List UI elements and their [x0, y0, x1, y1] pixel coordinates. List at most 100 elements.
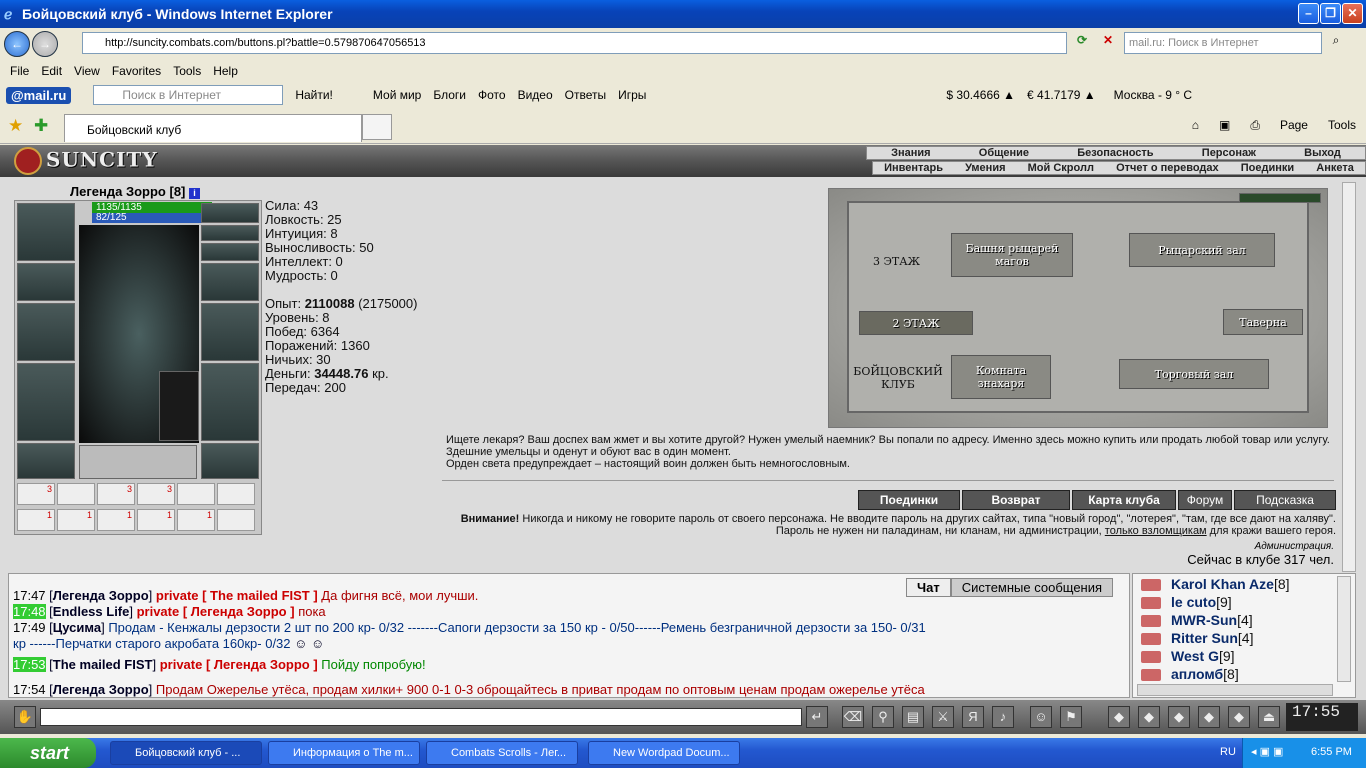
user-item[interactable]: West G[9]: [1171, 648, 1235, 664]
mailru-search-input[interactable]: Поиск в Интернет: [93, 85, 284, 105]
forum-button[interactable]: Форум: [1178, 490, 1232, 510]
add-favorites-icon[interactable]: ✚: [34, 116, 48, 136]
amulet-slot[interactable]: [201, 225, 259, 241]
nav-security[interactable]: Безопасность: [1077, 147, 1153, 159]
task-combats[interactable]: Бойцовский клуб - ...: [110, 741, 262, 765]
tab-system-messages[interactable]: Системные сообщения: [950, 578, 1114, 597]
task-scrolls[interactable]: Combats Scrolls - Лег...: [426, 741, 578, 765]
page-menu[interactable]: Page: [1280, 118, 1308, 133]
nav-scroll[interactable]: Мой Скролл: [1028, 162, 1094, 174]
chat-nick[interactable]: The mailed FIST: [53, 657, 153, 672]
nav-profile[interactable]: Анкета: [1316, 162, 1354, 174]
map-knights-hall[interactable]: Рыцарский зал: [1129, 233, 1275, 267]
tray-icons[interactable]: ◂ ▣ ▣: [1251, 745, 1283, 758]
home-icon[interactable]: ⌂: [1192, 118, 1199, 133]
toolbar-games[interactable]: Игры: [618, 88, 646, 102]
nav-character[interactable]: Персонаж: [1202, 147, 1256, 159]
user-item[interactable]: Karol Khan Aze[8]: [1171, 576, 1290, 592]
save-icon[interactable]: ▤: [902, 706, 924, 728]
empty-slots[interactable]: [79, 445, 197, 479]
hackers-link[interactable]: только взломщикам: [1105, 525, 1207, 537]
map-fight-club[interactable]: БОЙЦОВСКИЙ КЛУБ: [853, 365, 943, 391]
toolbar-answers[interactable]: Ответы: [565, 88, 606, 102]
close-window-button[interactable]: ✕: [1342, 3, 1363, 24]
map-floor3[interactable]: 3 ЭТАЖ: [873, 255, 920, 268]
sound-icon[interactable]: ♪: [992, 706, 1014, 728]
address-bar[interactable]: http://suncity.combats.com/buttons.pl?ba…: [82, 32, 1067, 54]
scroll-slot[interactable]: 3: [137, 483, 175, 505]
club-map-button[interactable]: Карта клуба: [1072, 490, 1176, 510]
menu-edit[interactable]: Edit: [35, 62, 68, 82]
user-name[interactable]: Ritter Sun: [1171, 630, 1238, 646]
chat-private[interactable]: private [ Легенда Зорро ]: [160, 657, 318, 672]
nav-skills[interactable]: Умения: [965, 162, 1005, 174]
boots-slot[interactable]: [201, 443, 259, 479]
scroll-slot[interactable]: [57, 483, 95, 505]
userlist-hscroll[interactable]: [1137, 684, 1333, 696]
helmet-slot[interactable]: [17, 203, 75, 261]
back-button[interactable]: ←: [4, 31, 30, 57]
bracers-slot[interactable]: [17, 263, 75, 301]
toolbar-photo[interactable]: Фото: [478, 88, 506, 102]
user-item[interactable]: le cuto[9]: [1171, 594, 1232, 610]
start-button[interactable]: start: [0, 738, 96, 768]
chat-nick[interactable]: Цусима: [53, 620, 101, 635]
scroll-slot[interactable]: 1: [57, 509, 95, 531]
translit-icon[interactable]: Я: [962, 706, 984, 728]
fighter-icon[interactable]: ⚔: [932, 706, 954, 728]
shield-slot[interactable]: [201, 303, 259, 361]
map-healer[interactable]: Комната знахаря: [951, 355, 1051, 399]
search-icon[interactable]: ⌕: [1326, 33, 1346, 53]
nav-inventory[interactable]: Инвентарь: [884, 162, 943, 174]
scroll-slot[interactable]: 3: [97, 483, 135, 505]
nav-communication[interactable]: Общение: [979, 147, 1029, 159]
send-icon[interactable]: ↵: [806, 706, 828, 728]
print-icon[interactable]: ⎙: [1250, 118, 1260, 133]
chat-private[interactable]: private [ The mailed FIST ]: [156, 588, 318, 603]
nav-knowledge[interactable]: Знания: [891, 147, 930, 159]
map-tower[interactable]: Башня рыцарей магов: [951, 233, 1073, 277]
scroll-slot[interactable]: [217, 509, 255, 531]
eraser-icon[interactable]: ⌫: [842, 706, 864, 728]
gloves-slot[interactable]: [201, 263, 259, 301]
toolbar-blogs[interactable]: Блоги: [433, 88, 466, 102]
favorites-star-icon[interactable]: ★: [8, 116, 23, 136]
character-name[interactable]: Легенда Зорро [8] i: [70, 184, 200, 199]
user-item[interactable]: Ritter Sun[4]: [1171, 630, 1253, 646]
action-icon[interactable]: ◆: [1138, 706, 1160, 728]
chat-nick[interactable]: Endless Life: [53, 604, 130, 619]
action-icon[interactable]: ◆: [1108, 706, 1130, 728]
menu-file[interactable]: File: [4, 62, 35, 82]
pet-slot[interactable]: [159, 371, 199, 441]
stop-icon[interactable]: ✕: [1098, 33, 1118, 53]
menu-favorites[interactable]: Favorites: [106, 62, 167, 82]
scroll-slot[interactable]: 3: [17, 483, 55, 505]
action-icon[interactable]: ◆: [1168, 706, 1190, 728]
scroll-slot[interactable]: [177, 483, 215, 505]
info-icon[interactable]: i: [189, 188, 200, 199]
user-name[interactable]: апломб: [1171, 666, 1223, 682]
feeds-icon[interactable]: ▣: [1219, 118, 1230, 133]
exit-icon[interactable]: ⏏: [1258, 706, 1280, 728]
menu-tools[interactable]: Tools: [167, 62, 207, 82]
user-name[interactable]: le cuto: [1171, 594, 1216, 610]
new-tab-button[interactable]: [362, 114, 392, 140]
minimize-button[interactable]: –: [1298, 3, 1319, 24]
language-indicator[interactable]: RU: [1220, 746, 1236, 758]
refresh-icon[interactable]: ⟳: [1072, 33, 1092, 53]
chat-private[interactable]: private [ Легенда Зорро ]: [137, 604, 295, 619]
task-wordpad[interactable]: New Wordpad Docum...: [588, 741, 740, 765]
nav-transfers[interactable]: Отчет о переводах: [1116, 162, 1219, 174]
toolbar-moymir[interactable]: Мой мир: [373, 88, 421, 102]
main-scrollbar[interactable]: [1342, 182, 1356, 572]
scroll-slot[interactable]: 1: [17, 509, 55, 531]
scroll-slot[interactable]: 1: [177, 509, 215, 531]
weapon-slot[interactable]: [17, 303, 75, 361]
find-button[interactable]: Найти!: [295, 88, 333, 102]
user-name[interactable]: MWR-Sun: [1171, 612, 1237, 628]
scroll-slot[interactable]: [217, 483, 255, 505]
action-icon[interactable]: ◆: [1228, 706, 1250, 728]
chat-nick[interactable]: Легенда Зорро: [53, 682, 149, 697]
clans-icon[interactable]: ⚑: [1060, 706, 1082, 728]
userlist-vscroll[interactable]: [1337, 576, 1351, 682]
